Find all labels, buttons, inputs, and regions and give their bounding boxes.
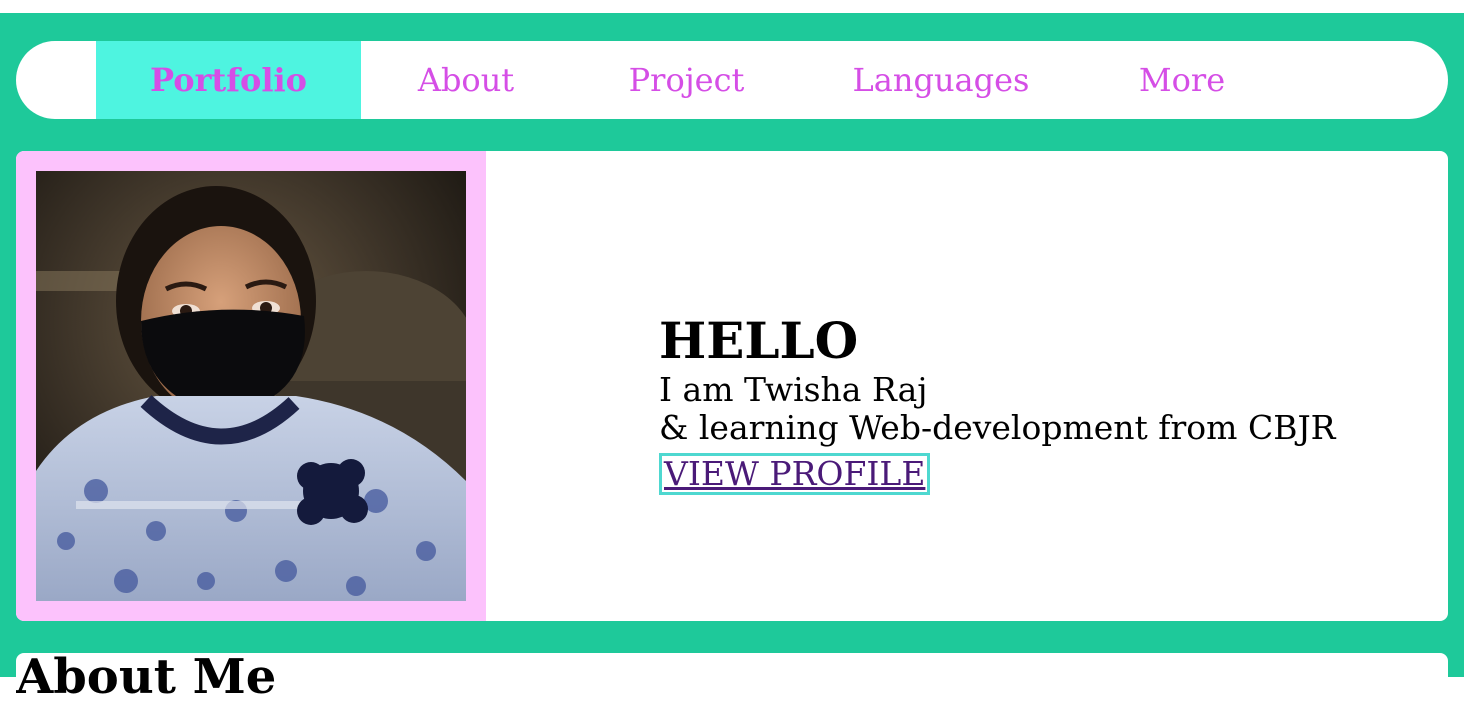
nav-item-more[interactable]: More <box>1126 41 1238 119</box>
top-navigation: Portfolio About Project Languages More <box>16 41 1448 119</box>
scrollbar-gutter <box>1464 0 1472 677</box>
profile-photo <box>36 171 466 601</box>
hero-greeting: HELLO <box>659 311 859 370</box>
nav-item-portfolio[interactable]: Portfolio <box>96 41 361 119</box>
hero-learning-line: & learning Web-development from CBJR <box>659 408 1336 447</box>
hero-intro: HELLO I am Twisha Raj & learning Web-dev… <box>659 311 1336 495</box>
profile-photo-frame <box>16 151 486 621</box>
nav-item-project[interactable]: Project <box>614 41 759 119</box>
nav-item-languages[interactable]: Languages <box>841 41 1041 119</box>
about-section: About Me <box>16 653 1448 713</box>
hero-name-line: I am Twisha Raj <box>659 370 928 409</box>
nav-item-about[interactable]: About <box>401 41 531 119</box>
hero-card: HELLO I am Twisha Raj & learning Web-dev… <box>16 151 1448 621</box>
view-profile-link[interactable]: VIEW PROFILE <box>659 453 931 495</box>
about-title: About Me <box>16 653 277 705</box>
